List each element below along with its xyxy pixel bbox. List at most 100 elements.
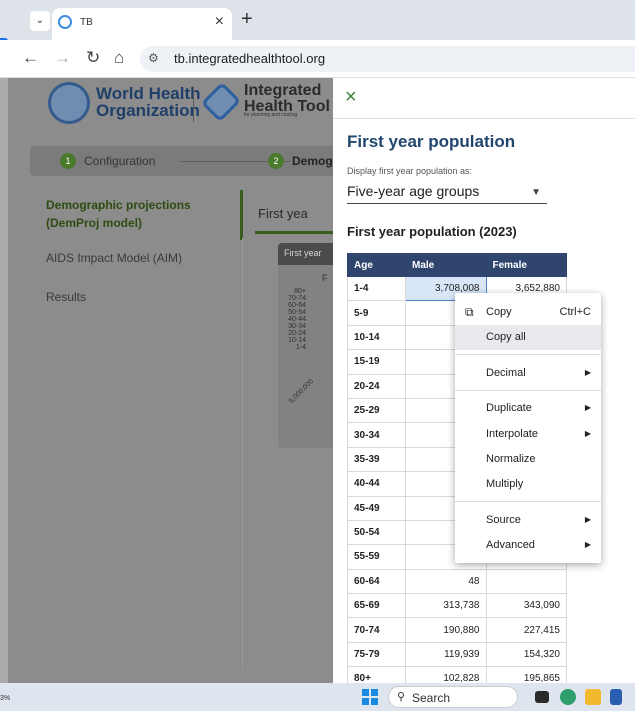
- cell-male[interactable]: 119,939: [405, 641, 487, 668]
- tab-list-button[interactable]: ⌄: [30, 11, 50, 31]
- tab-title: TB: [80, 17, 93, 28]
- menu-item-multiply-label: Multiply: [486, 478, 524, 490]
- cell-age: 30-34: [347, 422, 406, 448]
- sidebar-item-results[interactable]: Results: [46, 288, 86, 306]
- cell-age: 25-29: [347, 397, 406, 424]
- windows-start-icon[interactable]: [362, 689, 378, 705]
- new-tab-button[interactable]: +: [241, 8, 253, 31]
- tab-close-button[interactable]: ×: [215, 13, 224, 31]
- site-info-icon[interactable]: ⚙: [148, 51, 159, 65]
- cell-age: 35-39: [347, 446, 406, 473]
- step-2-dot[interactable]: 2: [268, 153, 284, 169]
- menu-item-decimal-label: Decimal: [486, 367, 526, 379]
- iht-line-1: Integrated: [244, 82, 322, 99]
- stepper: 1 Configuration 2 Demogra: [30, 146, 344, 176]
- taskbar-search[interactable]: ⚲ Search: [388, 686, 518, 708]
- step-1-dot[interactable]: 1: [60, 153, 76, 169]
- cell-female[interactable]: [485, 568, 567, 595]
- taskbar: 3% ⚲ Search: [0, 683, 635, 711]
- menu-item-copy[interactable]: ⧉ Copy Ctrl+C: [455, 300, 601, 325]
- display-as-label: Display first year population as:: [347, 166, 473, 176]
- copy-icon: ⧉: [465, 305, 474, 319]
- column-header-male: Male: [405, 253, 487, 277]
- menu-item-normalize[interactable]: Normalize: [455, 447, 601, 472]
- back-arrow-icon[interactable]: ←: [22, 48, 39, 68]
- taskbar-search-label: Search: [412, 691, 451, 705]
- cell-age: 65-69: [347, 593, 406, 619]
- chart-card-axis: 80+ 70-74 60-64 50-54 40-44 30-34 20-24 …: [288, 288, 306, 351]
- who-logo-text: World Health Organization: [96, 85, 201, 119]
- iht-logo-text: Integrated Health Tool: [244, 83, 330, 115]
- step-configuration[interactable]: Configuration: [84, 154, 155, 168]
- menu-item-advanced-label: Advanced: [486, 539, 535, 551]
- task-view-icon[interactable]: [535, 691, 549, 703]
- column-header-female: Female: [485, 253, 567, 277]
- cell-age: 40-44: [347, 471, 406, 497]
- cell-male[interactable]: 313,738: [405, 593, 487, 619]
- tab-first-year[interactable]: First yea: [258, 206, 308, 221]
- submenu-arrow-icon: ▶: [584, 403, 591, 412]
- menu-item-interpolate[interactable]: Interpolate ▶: [455, 422, 601, 447]
- close-icon[interactable]: ×: [345, 86, 357, 109]
- display-as-select[interactable]: Five-year age groups ▼: [347, 180, 547, 204]
- panel-title: First year population: [347, 132, 516, 151]
- reload-icon[interactable]: ↻: [86, 48, 100, 68]
- menu-item-multiply[interactable]: Multiply: [455, 472, 601, 497]
- table-title: First year population (2023): [347, 224, 517, 239]
- edge-browser-icon[interactable]: [560, 689, 576, 705]
- menu-item-copy-all-label: Copy all: [486, 331, 526, 343]
- sidebar-item-aim[interactable]: AIDS Impact Model (AIM): [46, 249, 182, 267]
- chart-card-title: First year: [284, 248, 322, 258]
- chart-card-tick: 5,000,000: [288, 378, 316, 405]
- table-row: 65-69 313,738 343,090: [347, 593, 567, 619]
- chart-card-header: First year: [278, 243, 338, 265]
- cell-age: 75-79: [347, 641, 406, 668]
- menu-item-copy-shortcut: Ctrl+C: [559, 306, 591, 318]
- chart-card: First year F 80+ 70-74 60-64 50-54 40-44…: [278, 243, 338, 448]
- menu-item-advanced[interactable]: Advanced ▶: [455, 533, 601, 558]
- table-row: 70-74 190,880 227,415: [347, 617, 567, 643]
- home-icon[interactable]: ⌂: [114, 48, 124, 68]
- sidebar-active-indicator: [240, 190, 243, 240]
- submenu-arrow-icon: ▶: [584, 429, 591, 438]
- menu-separator: [455, 390, 601, 391]
- url-text: tb.integratedhealthtool.org: [174, 51, 326, 66]
- chevron-down-icon: ▼: [531, 187, 541, 198]
- app-icon[interactable]: [610, 689, 622, 705]
- iht-subtitle: for planning and costing: [244, 112, 298, 118]
- cell-age: 55-59: [347, 544, 406, 570]
- file-explorer-icon[interactable]: [585, 689, 601, 705]
- cell-female[interactable]: 343,090: [485, 593, 567, 619]
- submenu-arrow-icon: ▶: [584, 515, 591, 524]
- menu-item-copy-label: Copy: [486, 306, 512, 318]
- forward-arrow-icon[interactable]: →: [54, 48, 71, 68]
- menu-item-source-label: Source: [486, 514, 521, 526]
- display-as-value: Five-year age groups: [347, 183, 480, 199]
- cell-female[interactable]: 227,415: [485, 617, 567, 643]
- cell-female[interactable]: 154,320: [485, 641, 567, 668]
- zoom-percent: 3%: [0, 695, 11, 702]
- browser-tab[interactable]: TB ×: [52, 8, 232, 40]
- cell-male[interactable]: 190,880: [405, 617, 487, 643]
- browser-toolbar: ← → ↻ ⌂ ⚙ tb.integratedhealthtool.org: [0, 40, 635, 78]
- table-row: 75-79 119,939 154,320: [347, 641, 567, 668]
- browser-tab-strip: ⌄ TB × +: [0, 0, 635, 40]
- sidebar-item-demproj[interactable]: Demographic projections (DemProj model): [46, 196, 226, 232]
- cell-age: 15-19: [347, 349, 406, 375]
- tab-active-underline: [255, 231, 338, 234]
- menu-item-copy-all[interactable]: Copy all: [455, 325, 601, 350]
- cell-age: 50-54: [347, 519, 406, 546]
- menu-item-duplicate[interactable]: Duplicate ▶: [455, 396, 601, 421]
- address-bar[interactable]: ⚙ tb.integratedhealthtool.org: [140, 46, 635, 72]
- search-icon: ⚲: [397, 691, 406, 703]
- menu-item-interpolate-label: Interpolate: [486, 428, 538, 440]
- favicon-icon: [58, 15, 72, 29]
- cell-age: 1-4: [347, 275, 406, 302]
- menu-item-decimal[interactable]: Decimal ▶: [455, 361, 601, 386]
- cell-male[interactable]: 48: [405, 568, 487, 595]
- menu-item-source[interactable]: Source ▶: [455, 508, 601, 533]
- logo-divider: [193, 86, 194, 122]
- cell-age: 20-24: [347, 373, 406, 399]
- submenu-arrow-icon: ▶: [584, 540, 591, 549]
- cell-age: 5-9: [347, 300, 406, 326]
